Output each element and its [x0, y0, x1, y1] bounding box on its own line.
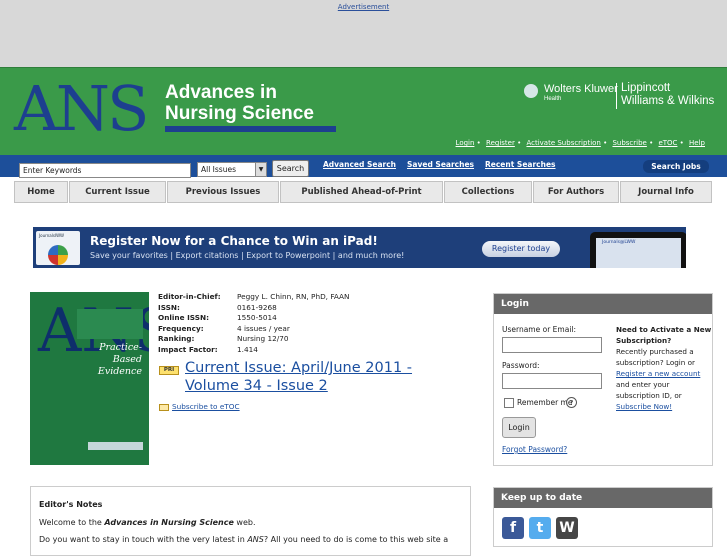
- journal-title-line1: Advances in: [165, 82, 277, 103]
- help-icon[interactable]: ?: [566, 397, 577, 408]
- keep-up-title: Keep up to date: [494, 488, 712, 508]
- tab-current-issue[interactable]: Current Issue: [69, 181, 166, 203]
- wordpress-icon[interactable]: W: [556, 517, 578, 539]
- login-button[interactable]: Login: [502, 417, 536, 438]
- meta-key: Ranking:: [158, 334, 195, 343]
- meta-value: Nursing 12/70: [237, 334, 289, 343]
- activate-subscription-link[interactable]: Activate Subscription: [526, 139, 600, 147]
- meta-key: Editor-in-Chief:: [158, 292, 221, 301]
- cover-panel: [77, 309, 143, 339]
- search-bar: Enter Keywords All Issues ▼ Search Advanc…: [0, 155, 727, 178]
- banner-headline: Register Now for a Chance to Win an iPad…: [90, 234, 378, 248]
- logo-circle-icon: [48, 245, 68, 265]
- tab-ahead-of-print[interactable]: Published Ahead-of-Print: [280, 181, 443, 203]
- subscribe-etoc-link[interactable]: Subscribe to eTOC: [172, 402, 240, 411]
- envelope-icon: [159, 403, 169, 411]
- meta-key: ISSN:: [158, 302, 180, 312]
- site-header: ANS Advances in Nursing Science Wolters …: [0, 67, 727, 155]
- login-panel: Login Username or Email: Password: Remem…: [493, 293, 713, 466]
- current-issue-link[interactable]: Current Issue: April/June 2011 - Volume 3…: [185, 359, 445, 395]
- publisher-divider: [616, 83, 617, 109]
- username-input[interactable]: [502, 337, 602, 353]
- remember-me-label: Remember me: [517, 398, 573, 407]
- meta-key: Frequency:: [158, 323, 204, 333]
- saved-searches-link[interactable]: Saved Searches: [407, 160, 474, 169]
- publisher-name: Wolters Kluwer: [544, 83, 618, 95]
- promo-banner[interactable]: JournalsIWW Register Now for a Chance to…: [33, 227, 686, 268]
- twitter-icon[interactable]: t: [529, 517, 551, 539]
- ipad-image: Journals@LWW: [590, 232, 686, 268]
- publisher-sub: Health: [544, 96, 562, 102]
- keep-up-to-date-panel: Keep up to date f t W: [493, 487, 713, 547]
- etoc-link[interactable]: eTOC: [658, 139, 677, 147]
- ad-area: Advertisement: [0, 0, 727, 67]
- notes-heading: Editor's Notes: [39, 500, 103, 509]
- notes-paragraph: Do you want to stay in touch with the ve…: [39, 535, 449, 544]
- keyword-input[interactable]: Enter Keywords: [19, 163, 191, 178]
- login-link[interactable]: Login: [456, 139, 475, 147]
- meta-value: 1.414: [237, 344, 258, 354]
- meta-key: Impact Factor:: [158, 344, 218, 354]
- meta-key: Online ISSN:: [158, 313, 210, 322]
- register-link[interactable]: Register: [486, 139, 515, 147]
- subscribe-link[interactable]: Subscribe: [612, 139, 646, 147]
- search-button[interactable]: Search: [272, 160, 309, 177]
- journals-lww-logo: JournalsIWW: [36, 231, 80, 265]
- tab-previous-issues[interactable]: Previous Issues: [167, 181, 279, 203]
- pri-badge-icon: PRI: [159, 366, 179, 375]
- meta-value: Peggy L. Chinn, RN, PhD, FAAN: [237, 292, 350, 301]
- password-input[interactable]: [502, 373, 602, 389]
- meta-value: 4 issues / year: [237, 323, 290, 333]
- issue-scope-select[interactable]: All Issues ▼: [197, 162, 267, 177]
- publisher-right: Lippincott Williams & Wilkins: [621, 82, 715, 107]
- recent-searches-link[interactable]: Recent Searches: [485, 160, 556, 169]
- journal-logo[interactable]: ANS: [14, 76, 149, 142]
- editors-notes: Editor's Notes Welcome to the Advances i…: [30, 486, 471, 556]
- search-jobs-button[interactable]: Search Jobs: [643, 160, 709, 173]
- password-label: Password:: [502, 361, 540, 370]
- wolters-kluwer-icon: [524, 84, 538, 98]
- notes-paragraph: Welcome to the Advances in Nursing Scien…: [39, 518, 256, 527]
- tab-home[interactable]: Home: [14, 181, 68, 203]
- register-today-button[interactable]: Register today: [482, 241, 560, 257]
- register-account-link[interactable]: Register a new account: [616, 369, 700, 378]
- title-underline: [165, 126, 336, 132]
- help-link[interactable]: Help: [689, 139, 705, 147]
- forgot-password-link[interactable]: Forgot Password?: [502, 445, 567, 454]
- meta-value: 0161-9268: [237, 302, 277, 312]
- activate-subscription-info: Need to Activate a New Subscription? Rec…: [616, 325, 712, 411]
- login-panel-title: Login: [494, 294, 712, 314]
- facebook-icon[interactable]: f: [502, 517, 524, 539]
- remember-me-checkbox[interactable]: [504, 398, 514, 408]
- cover-title: Practice-Based Evidence: [97, 342, 142, 377]
- banner-subtext: Save your favorites | Export citations |…: [90, 251, 405, 260]
- user-links: Login • Register • Activate Subscription…: [455, 139, 705, 147]
- journal-title-line2: Nursing Science: [165, 103, 314, 124]
- tab-for-authors[interactable]: For Authors: [533, 181, 619, 203]
- subscribe-etoc[interactable]: Subscribe to eTOC: [159, 402, 240, 411]
- meta-value: 1550-5014: [237, 313, 277, 322]
- journal-cover[interactable]: ANS Practice-Based Evidence: [30, 292, 149, 465]
- chevron-down-icon: ▼: [255, 163, 266, 176]
- cover-footer: [88, 442, 143, 450]
- username-label: Username or Email:: [502, 325, 577, 334]
- subscribe-now-link[interactable]: Subscribe Now!: [616, 402, 672, 411]
- advanced-search-link[interactable]: Advanced Search: [323, 160, 396, 169]
- tab-collections[interactable]: Collections: [444, 181, 532, 203]
- advertisement-link[interactable]: Advertisement: [0, 3, 727, 11]
- cover-letters: ANS: [38, 301, 149, 361]
- tab-journal-info[interactable]: Journal Info: [620, 181, 712, 203]
